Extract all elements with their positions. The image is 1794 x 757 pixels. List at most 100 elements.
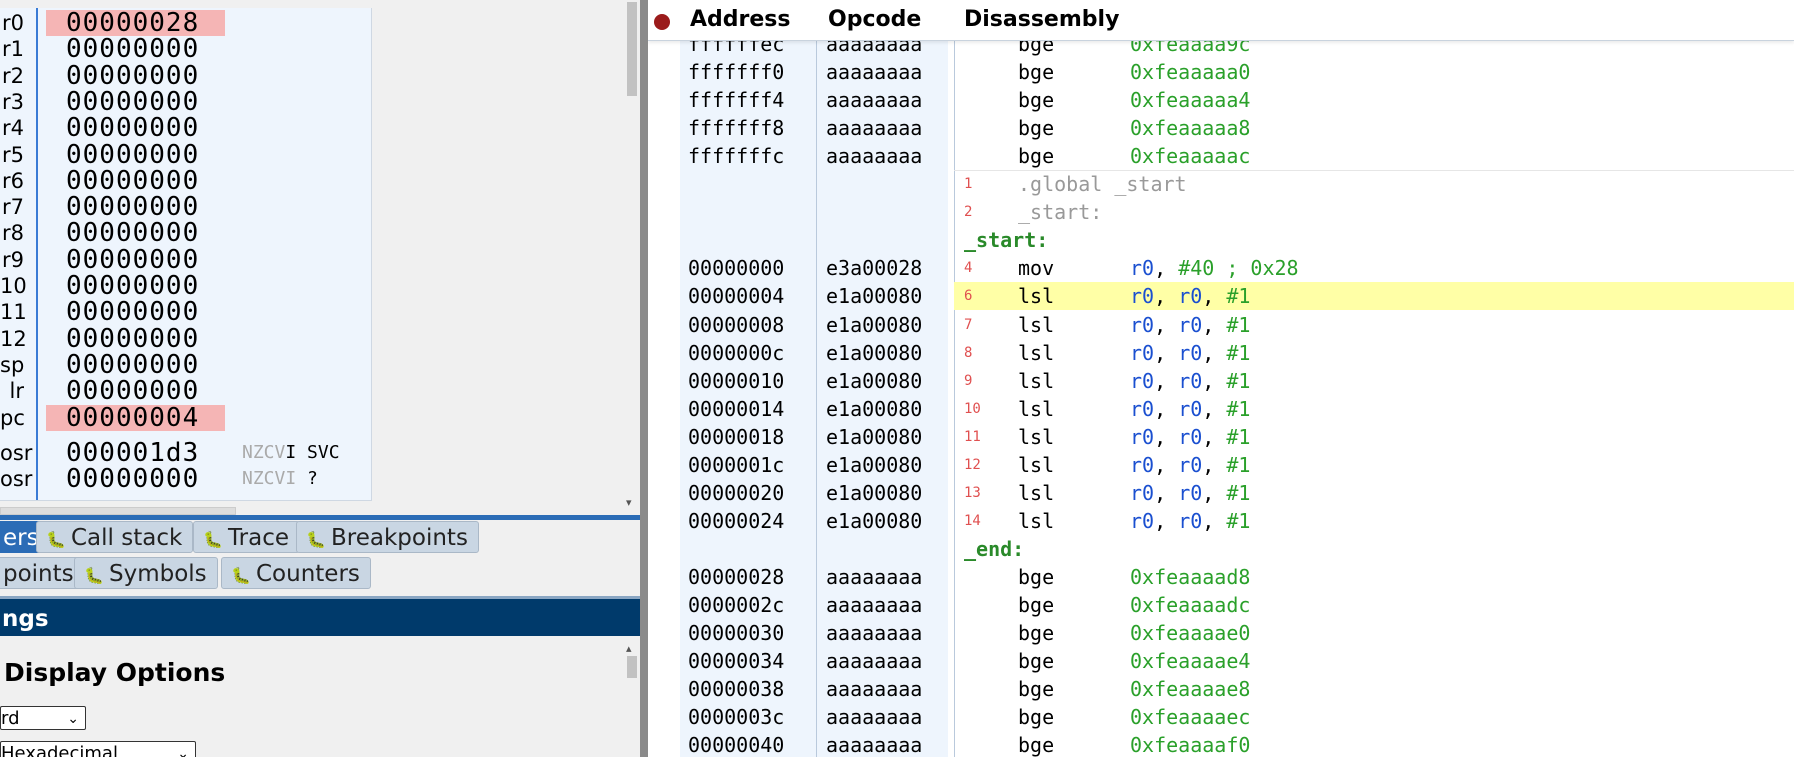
instruction-operands: 0xfeaaaadc xyxy=(1130,591,1250,619)
source-row[interactable]: 2 _start: xyxy=(648,198,1794,226)
instruction-row[interactable]: 0000000c e1a00080 8 lsl r0, r0, #1 xyxy=(648,339,1794,367)
bug-icon: 🐛 xyxy=(306,530,326,549)
instruction-row[interactable]: fffffff8 aaaaaaaa bge 0xfeaaaaa8 xyxy=(648,114,1794,142)
register-value[interactable]: 00000000 xyxy=(46,247,225,273)
instruction-row[interactable]: 00000000 e3a00028 4 mov r0, #40 ; 0x28 xyxy=(648,254,1794,282)
instruction-operands: r0, #40 ; 0x28 xyxy=(1130,254,1299,282)
label-row[interactable]: _end: xyxy=(648,535,1794,563)
instruction-operands: 0xfeaaaaa4 xyxy=(1130,86,1250,114)
settings-header[interactable]: ngs xyxy=(0,596,640,636)
instruction-row[interactable]: 00000024 e1a00080 14 lsl r0, r0, #1 xyxy=(648,507,1794,535)
left-pane-scrollbar[interactable]: ▾ xyxy=(624,0,640,515)
tab-breakpoints[interactable]: 🐛 Breakpoints xyxy=(296,521,479,553)
instruction-row[interactable]: 0000001c e1a00080 12 lsl r0, r0, #1 xyxy=(648,451,1794,479)
pane-splitter[interactable] xyxy=(640,0,648,757)
instruction-operands: r0, r0, #1 xyxy=(1130,367,1250,395)
register-value[interactable]: 00000000 xyxy=(46,115,225,141)
tab-label: Call stack xyxy=(71,525,183,551)
instruction-row[interactable]: 00000028 aaaaaaaa bge 0xfeaaaad8 xyxy=(648,563,1794,591)
disassembly-header: Address Opcode Disassembly xyxy=(648,0,1794,41)
breakpoint-indicator-icon[interactable] xyxy=(654,14,670,30)
status-register-value[interactable]: 00000000 xyxy=(46,466,225,492)
disassembly-column-header[interactable]: Disassembly xyxy=(964,0,1119,40)
register-value[interactable]: 00000000 xyxy=(46,273,225,299)
register-value[interactable]: 00000000 xyxy=(46,352,225,378)
instruction-operands: r0, r0, #1 xyxy=(1130,339,1250,367)
instruction-row[interactable]: 00000008 e1a00080 7 lsl r0, r0, #1 xyxy=(648,311,1794,339)
operand-token: r0 xyxy=(1178,424,1203,449)
settings-scrollbar[interactable]: ▴ xyxy=(624,642,640,757)
instruction-row[interactable]: 00000010 e1a00080 9 lsl r0, r0, #1 xyxy=(648,367,1794,395)
tab-trace[interactable]: 🐛 Trace xyxy=(193,521,301,553)
status-register-value[interactable]: 000001d3 xyxy=(46,440,225,466)
instruction-row[interactable]: fffffff0 aaaaaaaa bge 0xfeaaaaa0 xyxy=(648,58,1794,86)
source-line-number: 10 xyxy=(964,400,981,417)
tab-counters[interactable]: 🐛 Counters xyxy=(221,557,371,589)
operand-token: 0xfeaaaaec xyxy=(1130,705,1251,730)
register-horizontal-scrollbar[interactable] xyxy=(0,507,236,515)
tab-call-stack[interactable]: 🐛 Call stack xyxy=(36,521,194,553)
display-select-1[interactable]: rd ⌄ xyxy=(0,706,86,730)
register-name: r3 xyxy=(2,89,24,114)
instruction-row[interactable]: 00000004 e1a00080 6 lsl r0, r0, #1 xyxy=(648,282,1794,311)
instruction-row[interactable]: fffffffc aaaaaaaa bge 0xfeaaaaac xyxy=(648,142,1794,170)
instruction-row[interactable]: 0000003c aaaaaaaa bge 0xfeaaaaec xyxy=(648,703,1794,731)
instruction-row[interactable]: 00000014 e1a00080 10 lsl r0, r0, #1 xyxy=(648,395,1794,423)
instruction-row[interactable]: 00000040 aaaaaaaa bge 0xfeaaaaf0 xyxy=(648,731,1794,757)
register-value[interactable]: 00000028 xyxy=(46,10,225,36)
operand-token: 0xfeaaaaf0 xyxy=(1130,733,1251,757)
instruction-row[interactable]: fffffff4 aaaaaaaa bge 0xfeaaaaa4 xyxy=(648,86,1794,114)
register-value[interactable]: 00000000 xyxy=(46,194,225,220)
operand-token: r0 xyxy=(1178,396,1203,421)
instruction-row[interactable]: 00000020 e1a00080 13 lsl r0, r0, #1 xyxy=(648,479,1794,507)
instruction-opcode: aaaaaaaa xyxy=(826,621,923,646)
instruction-opcode: e1a00080 xyxy=(826,480,923,505)
instruction-mnemonic: bge xyxy=(1018,649,1055,674)
label-row[interactable]: _start: xyxy=(648,226,1794,254)
register-value[interactable]: 00000000 xyxy=(46,326,225,352)
register-value[interactable]: 00000000 xyxy=(46,220,225,246)
register-name: r1 xyxy=(2,37,24,62)
instruction-address: 00000028 xyxy=(688,564,785,589)
register-value[interactable]: 00000000 xyxy=(46,299,225,325)
register-value[interactable]: 00000000 xyxy=(46,378,225,404)
register-value[interactable]: 00000000 xyxy=(46,36,225,62)
instruction-address: fffffff8 xyxy=(688,116,785,141)
address-column-header[interactable]: Address xyxy=(690,0,790,40)
instruction-row[interactable]: 00000030 aaaaaaaa bge 0xfeaaaae0 xyxy=(648,619,1794,647)
register-value[interactable]: 00000000 xyxy=(46,89,225,115)
register-value[interactable]: 00000000 xyxy=(46,63,225,89)
tab-symbols[interactable]: 🐛 Symbols xyxy=(74,557,218,589)
register-value[interactable]: 00000000 xyxy=(46,142,225,168)
display-options-title: Display Options xyxy=(4,658,226,687)
source-row[interactable]: 1 .global _start xyxy=(648,170,1794,198)
scrollbar-thumb[interactable] xyxy=(627,656,637,678)
source-line-number: 8 xyxy=(964,344,973,361)
instruction-row[interactable]: 00000018 e1a00080 11 lsl r0, r0, #1 xyxy=(648,423,1794,451)
bug-icon: 🐛 xyxy=(84,566,104,585)
instruction-opcode: aaaaaaaa xyxy=(826,88,923,113)
operand-token: r0 xyxy=(1178,312,1203,337)
opcode-column-header[interactable]: Opcode xyxy=(828,0,921,40)
register-value[interactable]: 00000004 xyxy=(46,404,225,431)
register-value[interactable]: 00000000 xyxy=(46,168,225,194)
instruction-address: 00000014 xyxy=(688,396,785,421)
source-line-number: 13 xyxy=(964,484,981,501)
scroll-down-arrow-icon[interactable]: ▾ xyxy=(626,496,632,509)
chevron-down-icon: ⌄ xyxy=(67,711,79,727)
instruction-mnemonic: bge xyxy=(1018,144,1055,169)
register-name: r6 xyxy=(2,168,24,193)
number-format-select[interactable]: Hexadecimal ⌄ xyxy=(0,741,196,757)
instruction-row[interactable]: 0000002c aaaaaaaa bge 0xfeaaaadc xyxy=(648,591,1794,619)
instruction-row[interactable]: 00000034 aaaaaaaa bge 0xfeaaaae4 xyxy=(648,647,1794,675)
operand-token: r0 xyxy=(1130,368,1155,393)
scrollbar-thumb[interactable] xyxy=(627,2,637,96)
scroll-up-arrow-icon[interactable]: ▴ xyxy=(626,642,632,655)
tab-points[interactable]: points xyxy=(0,557,85,589)
operand-token: , xyxy=(1202,368,1227,393)
bug-icon: 🐛 xyxy=(46,530,66,549)
instruction-row[interactable]: 00000038 aaaaaaaa bge 0xfeaaaae8 xyxy=(648,675,1794,703)
operand-token: , xyxy=(1202,452,1227,477)
flag-i: I xyxy=(285,442,297,463)
bug-icon: 🐛 xyxy=(231,566,251,585)
